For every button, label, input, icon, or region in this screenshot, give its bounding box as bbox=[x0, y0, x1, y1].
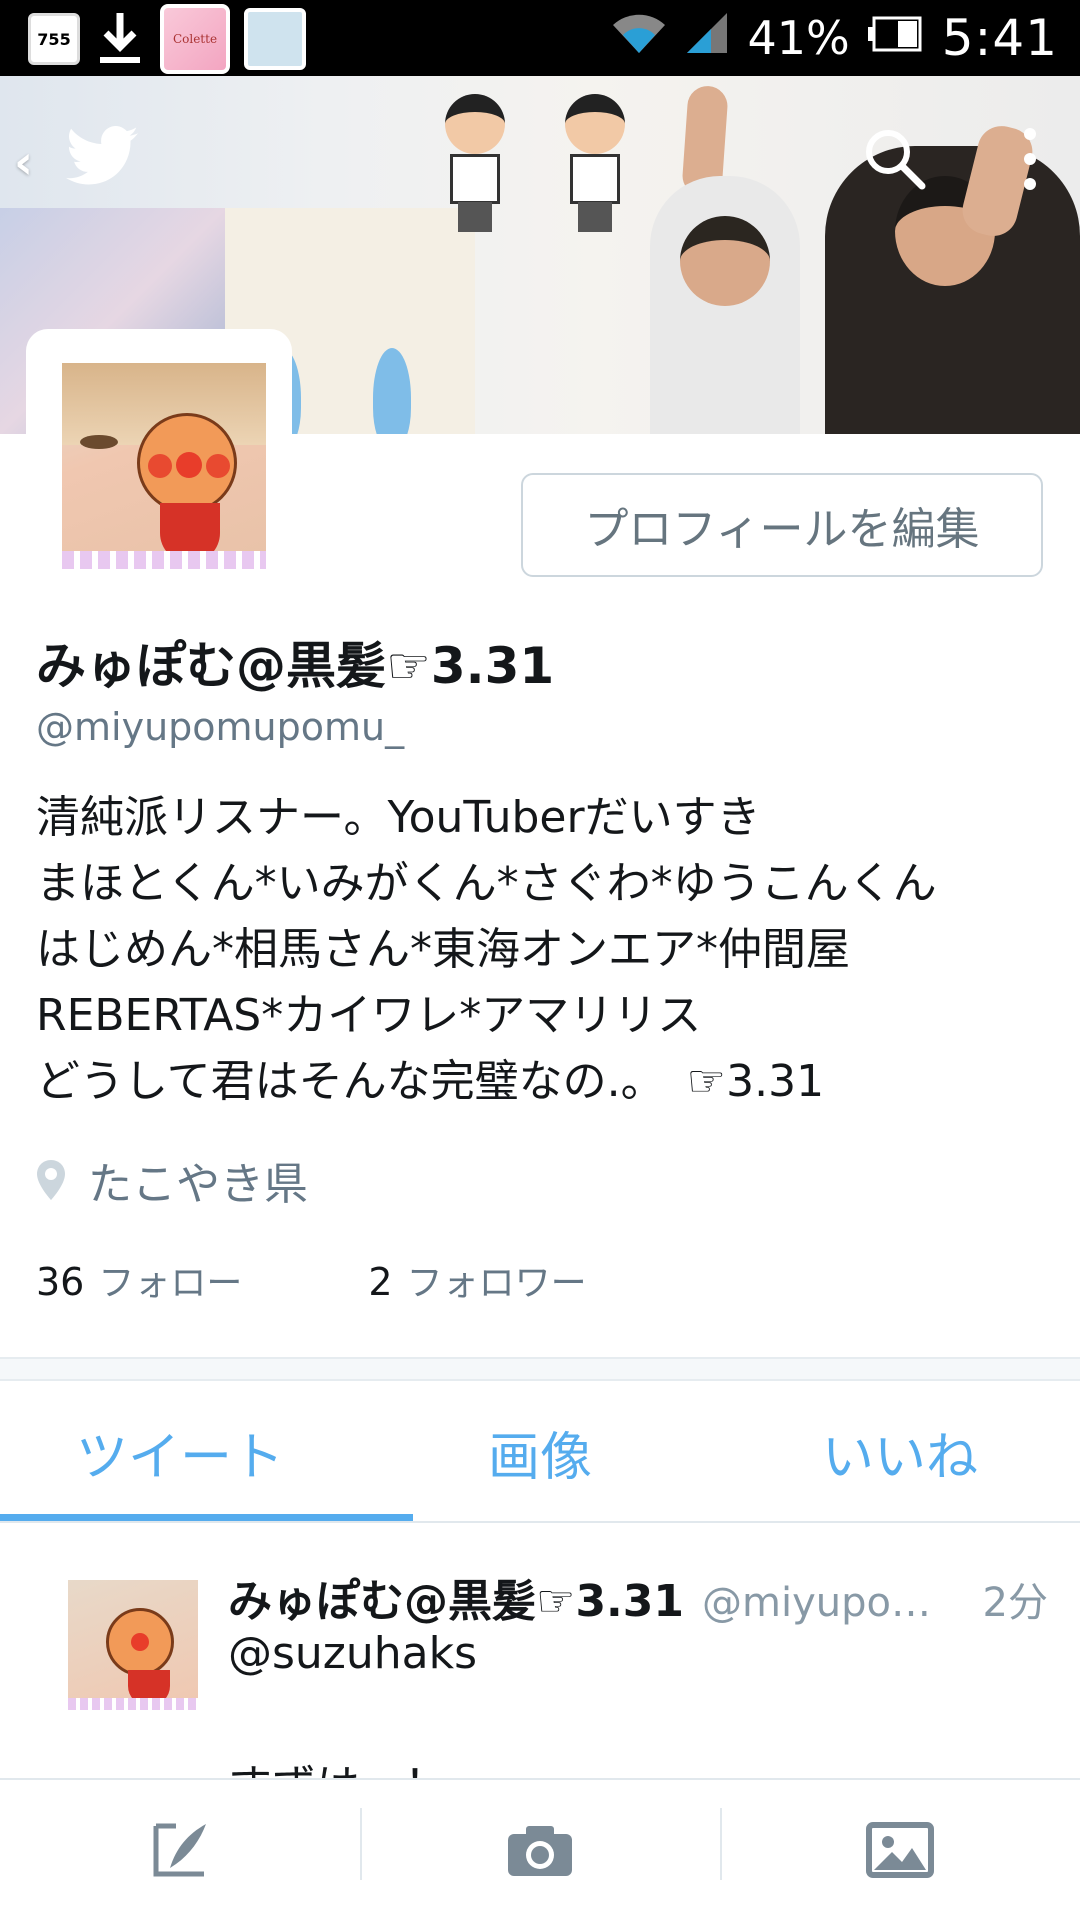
banner-photo-people bbox=[575, 84, 1080, 434]
section-divider bbox=[0, 1357, 1080, 1381]
battery-percent: 41% bbox=[747, 11, 850, 65]
twitter-bird-icon[interactable] bbox=[66, 126, 138, 190]
profile-handle: @miyupomupomu_ bbox=[36, 705, 405, 749]
tweet-reply-mention[interactable]: @suzuhaks bbox=[228, 1628, 477, 1679]
bio-line: まほとくん*いみがくん*さぐわ*ゆうこんくん bbox=[36, 858, 937, 909]
profile-display-name: みゅぽむ@黒髪☞3.31 bbox=[36, 637, 555, 695]
wifi-icon bbox=[611, 11, 667, 66]
search-icon[interactable] bbox=[862, 126, 928, 196]
followers-count: 2 bbox=[368, 1260, 393, 1304]
tweet-body-text: すずは〜！ bbox=[228, 1750, 448, 1778]
profile-location: たこやき県 bbox=[36, 1148, 308, 1212]
tab-media[interactable]: 画像 bbox=[360, 1381, 720, 1523]
bio-line: はじめん*相馬さん*東海オンエア*仲間屋 bbox=[36, 924, 850, 975]
colette-app-icon: Colette bbox=[160, 4, 230, 74]
back-chevron-icon[interactable]: ‹ bbox=[14, 135, 33, 189]
tweet-header: みゅぽむ@黒髪☞3.31 @miyupom... 2分 bbox=[228, 1565, 1048, 1629]
bio-line: 清純派リスナー。YouTuberだいすき bbox=[36, 792, 761, 843]
profile-bio: 清純派リスナー。YouTuberだいすき まほとくん*いみがくん*さぐわ*ゆうこ… bbox=[36, 785, 1046, 1115]
profile-avatar[interactable] bbox=[26, 329, 292, 595]
tweet-author-handle: @miyupom... bbox=[702, 1580, 932, 1626]
following-count: 36 bbox=[36, 1260, 85, 1304]
avatar-image bbox=[62, 363, 266, 569]
clock: 5:41 bbox=[941, 9, 1058, 67]
status-bar: 755 Colette 41% 5:41 bbox=[0, 0, 1080, 76]
compose-tweet-button[interactable] bbox=[0, 1780, 360, 1920]
bottom-action-bar bbox=[0, 1778, 1080, 1920]
tweet-avatar[interactable] bbox=[68, 1580, 198, 1710]
system-indicators: 41% 5:41 bbox=[611, 6, 1058, 70]
camera-button[interactable] bbox=[360, 1780, 720, 1920]
location-text: たこやき県 bbox=[88, 1159, 308, 1210]
profile-stats: 36 フォロー 2 フォロワー bbox=[36, 1254, 587, 1306]
followers-stat[interactable]: 2 フォロワー bbox=[368, 1254, 586, 1306]
image-icon bbox=[866, 1822, 934, 1878]
battery-icon bbox=[867, 11, 924, 65]
download-icon bbox=[94, 13, 146, 65]
following-stat[interactable]: 36 フォロー bbox=[36, 1254, 242, 1306]
tabs-divider bbox=[0, 1521, 1080, 1523]
signal-icon bbox=[685, 11, 729, 66]
more-options-icon[interactable] bbox=[1020, 126, 1040, 196]
followers-label: フォロワー bbox=[406, 1263, 587, 1304]
photo-gallery-button[interactable] bbox=[720, 1780, 1080, 1920]
following-label: フォロー bbox=[98, 1263, 243, 1304]
bio-line: REBERTAS*カイワレ*アマリリス bbox=[36, 990, 702, 1041]
bio-line: どうして君はそんな完璧なの.。 ☞3.31 bbox=[36, 1056, 825, 1107]
camera-icon bbox=[508, 1826, 572, 1876]
tweet-timestamp: 2分 bbox=[982, 1580, 1048, 1626]
edit-profile-button[interactable]: プロフィールを編集 bbox=[521, 473, 1043, 577]
tab-tweets[interactable]: ツイート bbox=[0, 1381, 360, 1523]
compose-icon bbox=[153, 1823, 206, 1877]
profile-tabs: ツイート 画像 いいね bbox=[0, 1381, 1080, 1523]
gallery-notification-icon bbox=[244, 8, 306, 70]
tab-likes[interactable]: いいね bbox=[720, 1381, 1080, 1523]
location-pin-icon bbox=[37, 1160, 65, 1200]
notification-icons: 755 Colette bbox=[28, 4, 306, 74]
app-notification-icon: 755 bbox=[28, 13, 80, 65]
tweet-author-name[interactable]: みゅぽむ@黒髪☞3.31 bbox=[228, 1565, 684, 1629]
